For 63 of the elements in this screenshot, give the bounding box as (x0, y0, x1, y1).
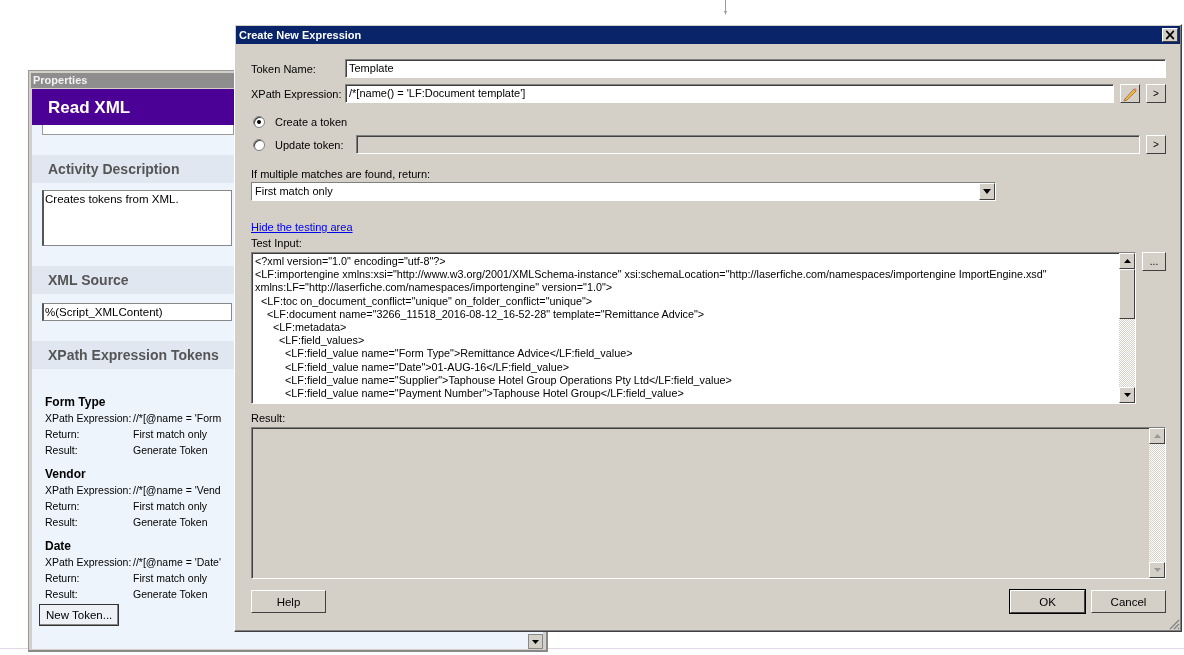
token-label: Return: (45, 571, 81, 586)
expand-button[interactable]: > (1146, 135, 1166, 154)
update-token-field[interactable] (355, 135, 1140, 154)
cancel-button[interactable]: Cancel (1091, 590, 1166, 613)
test-input-field[interactable] (251, 252, 1136, 404)
resize-grip[interactable] (1168, 618, 1180, 630)
token-label: Return: (45, 427, 81, 442)
field-label: XPath Expression: (251, 87, 339, 100)
field-label: Result: (251, 412, 287, 424)
field-label: Token Name: (251, 62, 317, 75)
close-button[interactable]: × (1162, 28, 1178, 42)
down-arrow-icon (1153, 568, 1161, 572)
token-value: //*[@name = 'Form (133, 411, 222, 426)
xml-line: <?xml version="1.0" encoding="utf-8"?> (255, 255, 447, 269)
token-label: XPath Expression: (45, 555, 133, 570)
scroll-down-button[interactable] (528, 634, 543, 649)
down-arrow-icon (1123, 393, 1131, 397)
name-field[interactable] (42, 125, 234, 135)
field-label: Test Input: (251, 237, 303, 249)
expand-button[interactable]: > (1146, 84, 1166, 103)
token-value: First match only (133, 571, 208, 586)
dialog-title: Create New Expression (239, 28, 362, 43)
up-arrow-icon (1153, 434, 1161, 438)
ok-button[interactable]: OK (1010, 590, 1085, 613)
option-label: Create a token (275, 115, 348, 128)
xml-line: <LF:metadata> (272, 321, 348, 335)
token-value: First match only (133, 427, 208, 442)
token-value: Generate Token (133, 443, 208, 458)
token-name: Date (45, 539, 72, 554)
up-arrow-icon (1123, 259, 1131, 263)
testing-area-link[interactable]: Hide the testing area (251, 221, 353, 233)
return-dropdown[interactable]: First match only (251, 182, 996, 201)
token-label: Return: (45, 499, 81, 514)
browse-button[interactable]: ... (1142, 252, 1166, 271)
token-label: XPath Expression: (45, 411, 133, 426)
xml-line: <LF:document name="3266_11518_2016-08-12_16-52-28" template="Remittance Advice"> (266, 307, 706, 321)
token-name-field[interactable]: Template (345, 59, 1166, 78)
help-button[interactable]: Help (251, 590, 326, 613)
scrollbar[interactable] (1149, 428, 1165, 578)
xpath-expression-field[interactable]: /*[name() = 'LF:Document template'] (345, 84, 1114, 103)
token-value: //*[@name = 'Vend (133, 483, 221, 498)
xml-line: <LF:toc on_document_conflict="unique" on_folder_conflict="unique"> (260, 294, 594, 308)
field-label: If multiple matches are found, return: (251, 168, 432, 180)
pencil-icon[interactable] (1120, 84, 1140, 103)
token-name: Vendor (45, 467, 87, 482)
scrollbar[interactable] (1119, 253, 1135, 403)
description-field[interactable]: Creates tokens from XML. (42, 190, 232, 246)
source-field[interactable]: %(Script_XMLContent) (42, 303, 232, 321)
token-label: Result: (45, 515, 79, 530)
token-name: Form Type (45, 395, 107, 410)
new-token-button[interactable]: New Token... (39, 604, 120, 626)
token-label: Result: (45, 587, 79, 602)
token-value: Generate Token (133, 587, 208, 602)
token-label: XPath Expression: (45, 483, 133, 498)
connector-arrow (724, 0, 727, 16)
token-label: Result: (45, 443, 79, 458)
token-value: //*[@name = 'Date' (133, 555, 221, 570)
xml-line: <LF:field_value name="Supplier">Taphouse Hotel Group Operations Pty Ltd</LF:field_value> (284, 373, 733, 388)
token-value: Generate Token (133, 515, 208, 530)
option-label: Update token: (275, 138, 344, 151)
caret-icon (983, 189, 991, 194)
token-value: First match only (133, 499, 208, 514)
xml-line: <LF:field_value name="Payment Number">Taphouse Hotel Group</LF:field_value> (284, 387, 685, 401)
